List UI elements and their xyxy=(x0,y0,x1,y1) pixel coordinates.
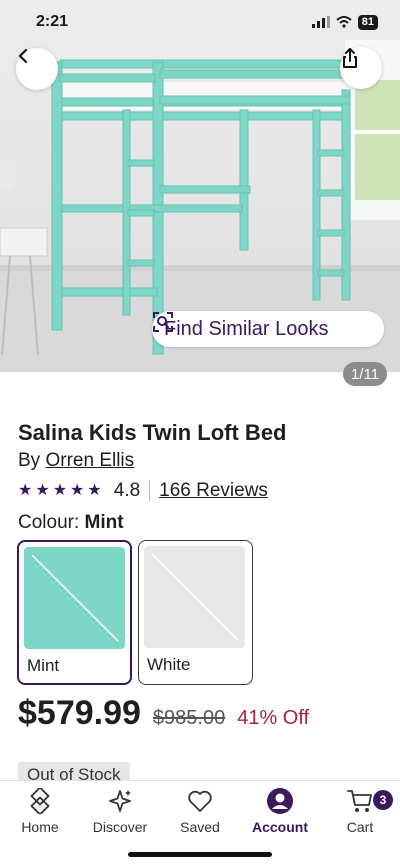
back-button[interactable] xyxy=(16,48,58,90)
price-row: $579.99 $985.00 41% Off xyxy=(18,694,309,733)
discount-badge: 41% Off xyxy=(237,707,310,729)
cart-count-badge: 3 xyxy=(373,790,393,810)
rating-stars: ★ ★ ★ ★ ★ xyxy=(18,483,102,499)
nav-saved[interactable]: Saved xyxy=(160,787,240,839)
colour-line: Colour: Mint xyxy=(18,512,124,534)
account-icon xyxy=(267,788,293,814)
colour-label: Colour: xyxy=(18,512,80,533)
status-icons: 81 xyxy=(311,14,378,30)
swatch-mint-image xyxy=(24,547,125,649)
share-button[interactable] xyxy=(340,47,382,89)
brand-link[interactable]: Orren Ellis xyxy=(45,450,134,471)
wifi-icon xyxy=(336,16,352,28)
swatch-label: Mint xyxy=(27,656,60,675)
nav-label: Home xyxy=(21,819,59,835)
product-title: Salina Kids Twin Loft Bed xyxy=(18,420,287,445)
price: $579.99 xyxy=(18,694,141,732)
nav-label: Discover xyxy=(92,819,148,835)
swatch-white[interactable]: White xyxy=(138,540,253,685)
find-similar-label: Find Similar Looks xyxy=(164,317,329,340)
cart-icon xyxy=(347,790,372,812)
reviews-link[interactable]: 166 Reviews xyxy=(159,480,268,502)
home-icon xyxy=(30,788,50,814)
nav-label: Saved xyxy=(180,819,220,835)
rating-row: ★ ★ ★ ★ ★ 4.8 166 Reviews xyxy=(18,478,268,504)
nav-label: Account xyxy=(252,819,308,835)
rating-value: 4.8 xyxy=(113,480,141,501)
swatch-label: White xyxy=(147,655,191,674)
swatch-mint[interactable]: Mint xyxy=(17,540,132,685)
visual-search-icon xyxy=(153,312,173,332)
share-icon xyxy=(343,48,357,68)
nav-home[interactable]: Home xyxy=(0,787,80,839)
signal-icon xyxy=(311,16,330,28)
star-icon: ★ xyxy=(18,482,33,499)
status-time: 2:21 xyxy=(36,13,69,30)
star-icon: ★ xyxy=(70,482,85,499)
star-icon: ★ xyxy=(87,482,102,499)
product-image[interactable]: Find Similar Looks xyxy=(0,0,400,372)
divider xyxy=(149,480,151,502)
heart-icon xyxy=(188,790,212,812)
image-counter: 1/11 xyxy=(343,362,387,386)
battery-level: 81 xyxy=(357,14,378,30)
sparkle-icon xyxy=(109,790,131,812)
nav-account[interactable]: Account xyxy=(240,787,320,839)
swatch-white-image xyxy=(144,546,245,648)
nav-label: Cart xyxy=(346,819,374,835)
status-bar: 2:21 81 xyxy=(0,0,400,44)
nav-discover[interactable]: Discover xyxy=(80,787,160,839)
brand-prefix: By xyxy=(18,450,41,471)
home-indicator xyxy=(128,852,272,857)
nav-cart[interactable]: Cart 3 xyxy=(320,787,400,839)
brand-line: By Orren Ellis xyxy=(18,450,134,472)
chevron-left-icon xyxy=(18,48,28,64)
star-icon: ★ xyxy=(52,482,68,499)
find-similar-looks-button[interactable]: Find Similar Looks xyxy=(152,311,384,347)
colour-selected: Mint xyxy=(84,512,124,533)
star-icon: ★ xyxy=(35,482,50,499)
was-price: $985.00 xyxy=(152,707,226,729)
